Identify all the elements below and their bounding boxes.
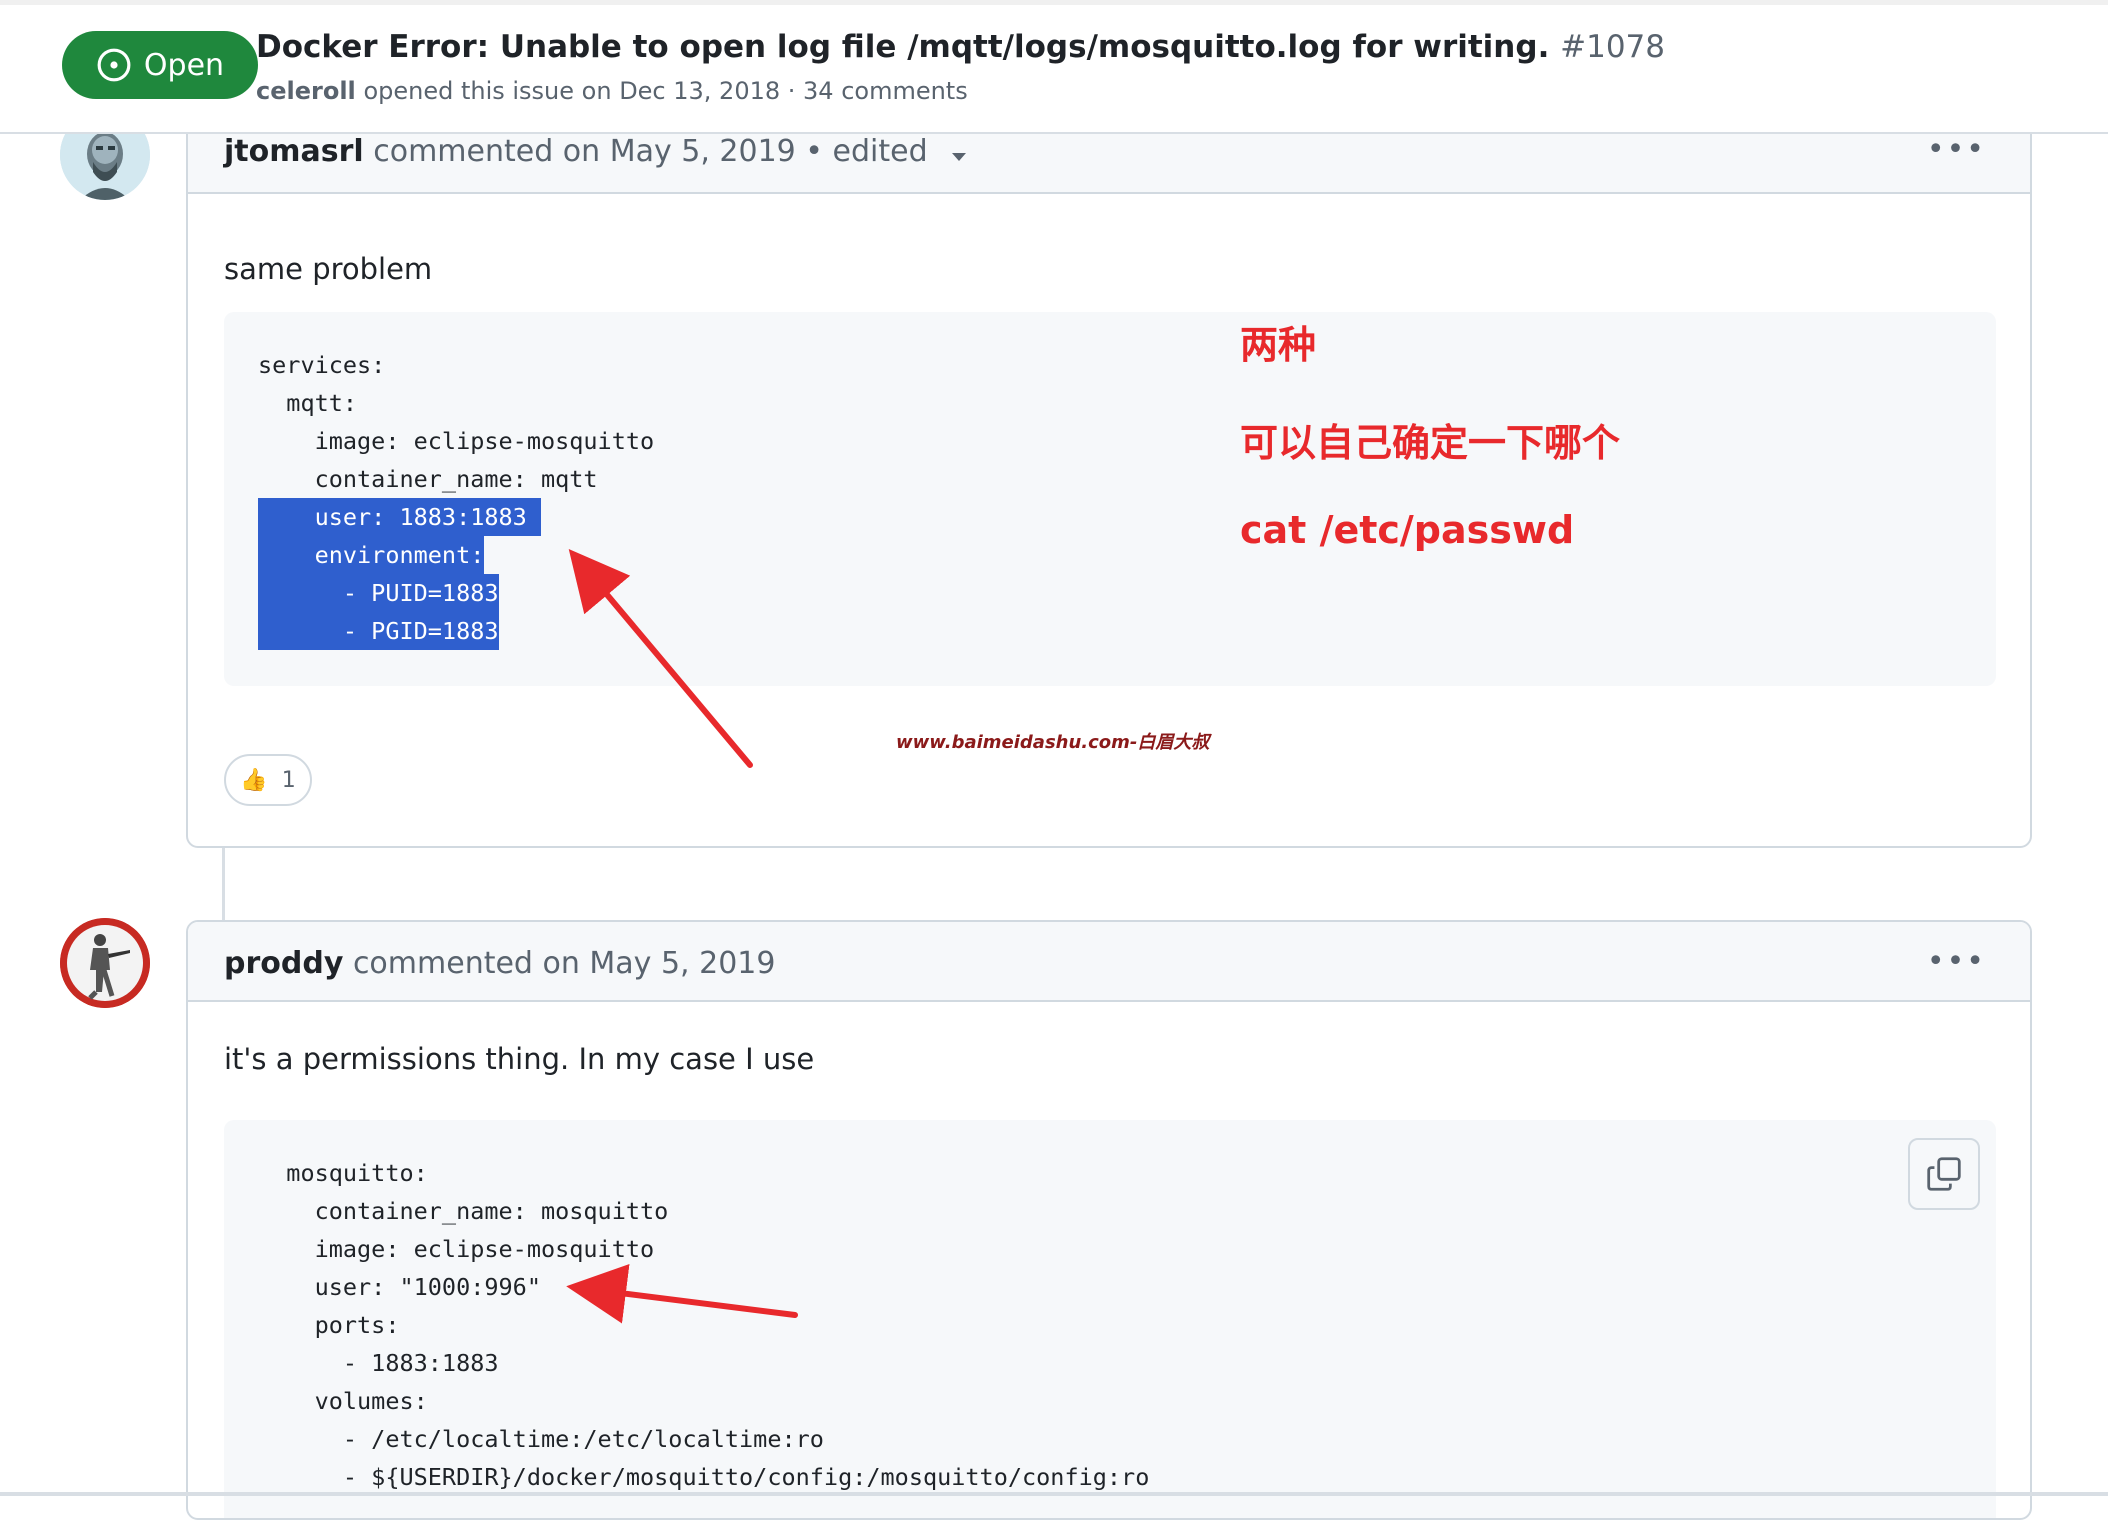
issue-title[interactable]: Docker Error: Unable to open log file /m…: [256, 29, 1665, 65]
code-line: image: eclipse-mosquitto: [258, 1235, 655, 1263]
code-line: volumes:: [258, 1387, 428, 1415]
annotation-text: 可以自己确定一下哪个: [1240, 421, 1621, 465]
kebab-horizontal-icon[interactable]: •••: [1927, 944, 1986, 979]
comment-meta[interactable]: commented on May 5, 2019: [353, 946, 776, 981]
issue-meta-text: opened this issue on Dec 13, 2018 · 34 c…: [363, 77, 968, 105]
code-line: mosquitto:: [258, 1159, 428, 1187]
code-line: environment:: [258, 536, 654, 574]
annotation-text: 两种: [1240, 323, 1317, 367]
code-line: - PUID=1883: [258, 574, 654, 612]
code-line: - ${USERDIR}/docker/mosquitto/config:/mo…: [258, 1463, 1150, 1491]
comment-header-text: proddy commented on May 5, 2019: [224, 946, 775, 981]
issue-meta: celeroll opened this issue on Dec 13, 20…: [256, 77, 968, 105]
watermark: www.baimeidashu.com-白眉大叔: [896, 732, 1210, 753]
comment-header: proddy commented on May 5, 2019 •••: [188, 922, 2030, 1002]
issue-sticky-header: Open Docker Error: Unable to open log fi…: [0, 0, 2108, 134]
issue-status-badge: Open: [62, 31, 258, 99]
code-content: mosquitto: container_name: mosquitto ima…: [258, 1154, 1149, 1496]
comment-card: proddy commented on May 5, 2019 ••• it's…: [186, 920, 2032, 1520]
copy-icon: [1927, 1157, 1961, 1191]
kebab-horizontal-icon[interactable]: •••: [1927, 132, 1986, 167]
code-line: - 1883:1883: [258, 1349, 499, 1377]
code-line: ports:: [258, 1311, 400, 1339]
comment-header-text: jtomasrl commented on May 5, 2019 • edit…: [224, 134, 967, 170]
annotation-text: cat /etc/passwd: [1240, 508, 1575, 552]
issue-title-text: Docker Error: Unable to open log file /m…: [256, 29, 1550, 65]
code-line: image: eclipse-mosquitto: [258, 427, 655, 455]
comment-author-link[interactable]: jtomasrl: [224, 134, 364, 169]
avatar[interactable]: [60, 918, 150, 1008]
comment-body: same problem: [224, 252, 433, 286]
code-block: mosquitto: container_name: mosquitto ima…: [224, 1120, 1996, 1518]
issue-author-link[interactable]: celeroll: [256, 77, 356, 105]
issue-number: #1078: [1560, 29, 1666, 65]
code-line: - /etc/localtime:/etc/localtime:ro: [258, 1425, 824, 1453]
code-line: container_name: mosquitto: [258, 1197, 669, 1225]
copy-button[interactable]: [1908, 1138, 1980, 1210]
comment-body: it's a permissions thing. In my case I u…: [224, 1042, 815, 1076]
code-line: user: 1883:1883: [258, 498, 654, 536]
code-line: - PGID=1883: [258, 612, 654, 650]
bottom-divider: [0, 1492, 2108, 1496]
issue-status-label: Open: [143, 47, 225, 83]
code-line: mqtt:: [258, 389, 358, 417]
comment-meta[interactable]: commented on May 5, 2019 • edited: [373, 134, 927, 169]
code-line: user: "1000:996": [258, 1273, 541, 1301]
issue-opened-icon: [97, 48, 131, 82]
timeline-connector: [222, 840, 225, 920]
code-content: services: mqtt: image: eclipse-mosquitto…: [258, 346, 654, 650]
reaction-thumbs-up-button[interactable]: 👍 1: [224, 754, 312, 806]
thumbs-up-icon: 👍: [240, 767, 268, 793]
reaction-count: 1: [281, 767, 296, 793]
comment-author-link[interactable]: proddy: [224, 946, 343, 981]
code-line: container_name: mqtt: [258, 465, 598, 493]
triangle-down-icon[interactable]: [951, 135, 967, 170]
code-line: services:: [258, 351, 386, 379]
code-block: services: mqtt: image: eclipse-mosquitto…: [224, 312, 1996, 686]
